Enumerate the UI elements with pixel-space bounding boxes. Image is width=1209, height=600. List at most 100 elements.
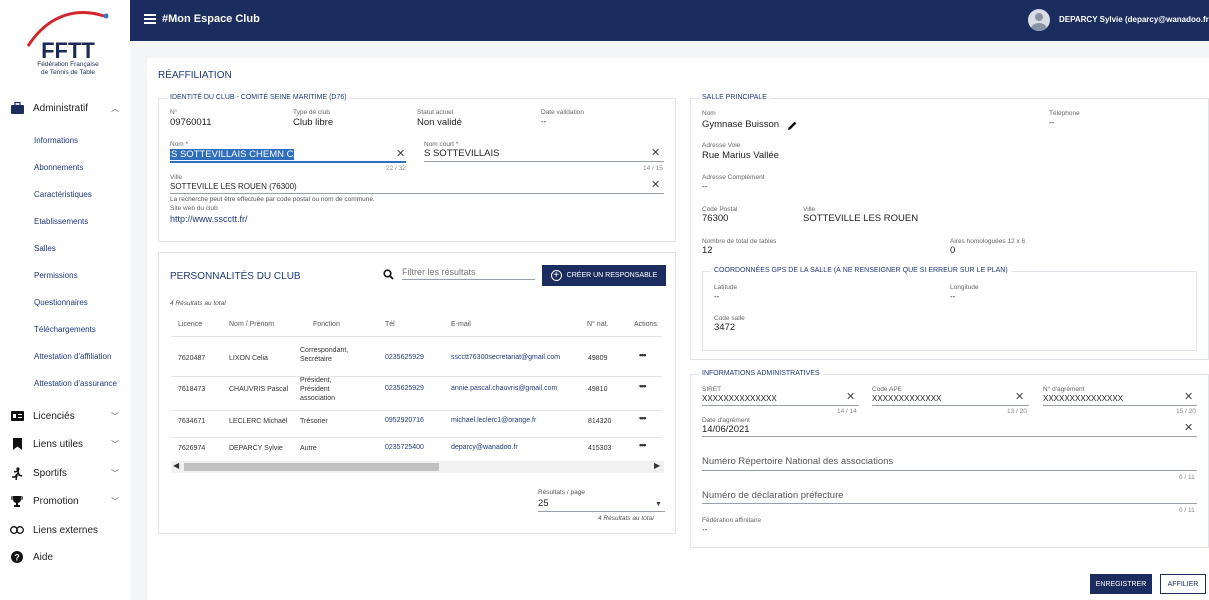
cell-nom: CHAUVRIS Pascal bbox=[229, 386, 289, 393]
logo-line1: Fédération Française bbox=[37, 61, 99, 68]
col-tel[interactable]: Tél bbox=[385, 321, 395, 328]
scroll-right-icon[interactable]: ▶ bbox=[654, 461, 660, 470]
user-avatar[interactable] bbox=[1028, 9, 1050, 31]
user-name[interactable]: DEPARCY Sylvie (deparcy@wanadoo.fr bbox=[1059, 15, 1209, 24]
nav-licencies[interactable]: Licenciés ﹀ bbox=[0, 405, 130, 427]
longitude-value: -- bbox=[950, 292, 956, 301]
prefecture-input[interactable]: Numéro de déclaration préfecture bbox=[702, 490, 844, 501]
nom-counter: 22 / 32 bbox=[386, 165, 406, 172]
nom-court-input[interactable]: S SOTTEVILLAIS bbox=[424, 148, 500, 159]
agrement-input[interactable]: XXXXXXXXXXXXXXX bbox=[1043, 394, 1123, 403]
scroll-left-icon[interactable]: ◀ bbox=[173, 461, 179, 470]
prefecture-counter: 0 / 11 bbox=[1179, 507, 1195, 514]
ville-input[interactable]: SOTTEVILLE LES ROUEN (76300) bbox=[170, 182, 297, 191]
nav-liens-externes[interactable]: Liens externes bbox=[0, 519, 130, 541]
code-ape-input[interactable]: XXXXXXXXXXXXX bbox=[872, 394, 941, 403]
nav-attestation-affiliation[interactable]: Attestation d'affiliation bbox=[34, 352, 111, 361]
nav-attestation-assurance[interactable]: Attestation d'assurance bbox=[34, 379, 117, 388]
enregistrer-button[interactable]: ENREGISTRER bbox=[1090, 574, 1152, 594]
code-ape-counter: 13 / 20 bbox=[1007, 408, 1027, 415]
nav-liens-utiles-label: Liens utiles bbox=[33, 438, 84, 450]
edit-salle-icon[interactable] bbox=[787, 118, 798, 136]
numero-value: 09760011 bbox=[170, 117, 212, 128]
cell-email[interactable]: annie.pascal.chauvris@gmail.com bbox=[451, 385, 557, 392]
nav-abonnements[interactable]: Abonnements bbox=[34, 163, 83, 172]
date-validation-value: -- bbox=[541, 117, 547, 126]
nav-permissions[interactable]: Permissions bbox=[34, 271, 78, 280]
nav-administratif[interactable]: Administratif ︿ bbox=[0, 97, 130, 119]
col-licence[interactable]: Licence bbox=[178, 321, 202, 328]
caret-down-icon[interactable]: ▼ bbox=[655, 501, 662, 508]
col-fonction[interactable]: Fonction bbox=[313, 321, 340, 328]
affilier-button[interactable]: AFFILIER bbox=[1160, 574, 1206, 594]
code-salle-label: Code salle bbox=[714, 315, 745, 322]
federation-value: -- bbox=[702, 525, 708, 534]
table-header-divider bbox=[171, 336, 662, 337]
create-responsable-button[interactable]: + CRÉER UN RESPONSABLE bbox=[542, 265, 666, 286]
cell-tel[interactable]: 0952920716 bbox=[385, 417, 424, 424]
tables-label: Nombre de total de tables bbox=[702, 238, 777, 245]
row-actions-icon[interactable]: ••• bbox=[639, 440, 647, 450]
row-actions-icon[interactable]: ••• bbox=[639, 350, 647, 360]
cell-nat: 415303 bbox=[588, 445, 612, 452]
nav-etablissements[interactable]: Etablissements bbox=[34, 217, 88, 226]
clear-date-icon[interactable]: ✕ bbox=[1184, 423, 1193, 434]
gps-legend: COORDONNÉES GPS DE LA SALLE (À NE RENSEI… bbox=[711, 267, 1011, 274]
col-nom[interactable]: Nom / Prénom bbox=[229, 321, 274, 328]
clear-ape-icon[interactable]: ✕ bbox=[1015, 392, 1024, 403]
cell-email[interactable]: sscctt76300secretariat@gmail.com bbox=[451, 354, 560, 361]
col-email[interactable]: E-mail bbox=[451, 321, 471, 328]
table-scrollbar[interactable]: ◀ ▶ bbox=[171, 461, 664, 473]
rna-input[interactable]: Numéro Répertoire National des associati… bbox=[702, 456, 893, 467]
chevron-up-icon: ︿ bbox=[111, 103, 119, 113]
nav-liens-utiles[interactable]: Liens utiles ﹀ bbox=[0, 433, 130, 455]
informations-administratives-section: INFORMATIONS ADMINISTRATIVES SIRET XXXXX… bbox=[690, 370, 1209, 548]
nav-aide[interactable]: ? Aide bbox=[0, 546, 130, 568]
clear-agrement-icon[interactable]: ✕ bbox=[1184, 392, 1193, 403]
row-actions-icon[interactable]: ••• bbox=[639, 381, 647, 391]
nom-input[interactable]: S SOTTEVILLAIS CHEMN C bbox=[170, 149, 295, 160]
nav-telechargements[interactable]: Téléchargements bbox=[34, 325, 96, 334]
nav-promotion[interactable]: Promotion ﹀ bbox=[0, 490, 130, 512]
id-card-icon bbox=[10, 409, 24, 423]
row-actions-icon[interactable]: ••• bbox=[639, 413, 647, 423]
salle-principale-section: SALLE PRINCIPALE Nom Gymnase Buisson Tél… bbox=[690, 94, 1209, 360]
siret-input[interactable]: XXXXXXXXXXXXXX bbox=[702, 394, 777, 403]
col-nat[interactable]: N° nat. bbox=[587, 321, 608, 328]
cell-nat: 49809 bbox=[588, 355, 608, 362]
scrollbar-thumb[interactable] bbox=[184, 463, 439, 471]
site-web-label: Site web du club bbox=[170, 205, 218, 212]
date-agrement-input[interactable]: 14/06/2021 bbox=[702, 424, 750, 435]
results-per-page-label: Résultats / page bbox=[538, 489, 585, 496]
salle-nom-value: Gymnase Buisson bbox=[702, 119, 780, 130]
hamburger-menu-icon[interactable] bbox=[144, 14, 156, 24]
clear-nom-icon[interactable]: ✕ bbox=[396, 149, 405, 160]
filter-input[interactable] bbox=[402, 264, 535, 280]
cell-email[interactable]: deparcy@wanadoo.fr bbox=[451, 444, 518, 451]
nav-informations[interactable]: Informations bbox=[34, 136, 78, 145]
cell-fonction: Correspondant, Secrétaire bbox=[300, 347, 349, 363]
nav-caracteristiques[interactable]: Caractéristiques bbox=[34, 190, 92, 199]
fftt-logo[interactable]: FFTT Fédération Française de Tennis de T… bbox=[20, 6, 116, 94]
clear-siret-icon[interactable]: ✕ bbox=[846, 392, 855, 403]
clear-nom-court-icon[interactable]: ✕ bbox=[651, 148, 660, 159]
nav-questionnaires[interactable]: Questionnaires bbox=[34, 298, 88, 307]
statut-label: Statut actuel bbox=[417, 109, 454, 116]
code-ape-underline bbox=[872, 405, 1029, 406]
agrement-counter: 15 / 20 bbox=[1176, 408, 1196, 415]
nav-salles[interactable]: Salles bbox=[34, 244, 56, 253]
runner-icon bbox=[10, 466, 24, 480]
cell-tel[interactable]: 0235625929 bbox=[385, 385, 424, 392]
col-actions: Actions bbox=[634, 321, 657, 328]
nav-sportifs[interactable]: Sportifs ﹀ bbox=[0, 462, 130, 484]
cell-tel[interactable]: 0235625929 bbox=[385, 354, 424, 361]
cell-tel[interactable]: 0235725400 bbox=[385, 444, 424, 451]
cell-nom: DEPARCY Sylvie bbox=[229, 445, 283, 452]
nom-court-counter: 14 / 15 bbox=[643, 165, 663, 172]
cell-nom: LIXON Celia bbox=[229, 355, 268, 362]
cell-email[interactable]: michael.leclerc1@orange.fr bbox=[451, 417, 536, 424]
results-per-page-select[interactable]: 25 bbox=[538, 498, 549, 509]
site-web-link[interactable]: http://www.sscctt.fr/ bbox=[170, 214, 248, 224]
clear-ville-icon[interactable]: ✕ bbox=[651, 180, 660, 191]
logo-subtitle: Fédération Française de Tennis de Table bbox=[20, 61, 116, 77]
